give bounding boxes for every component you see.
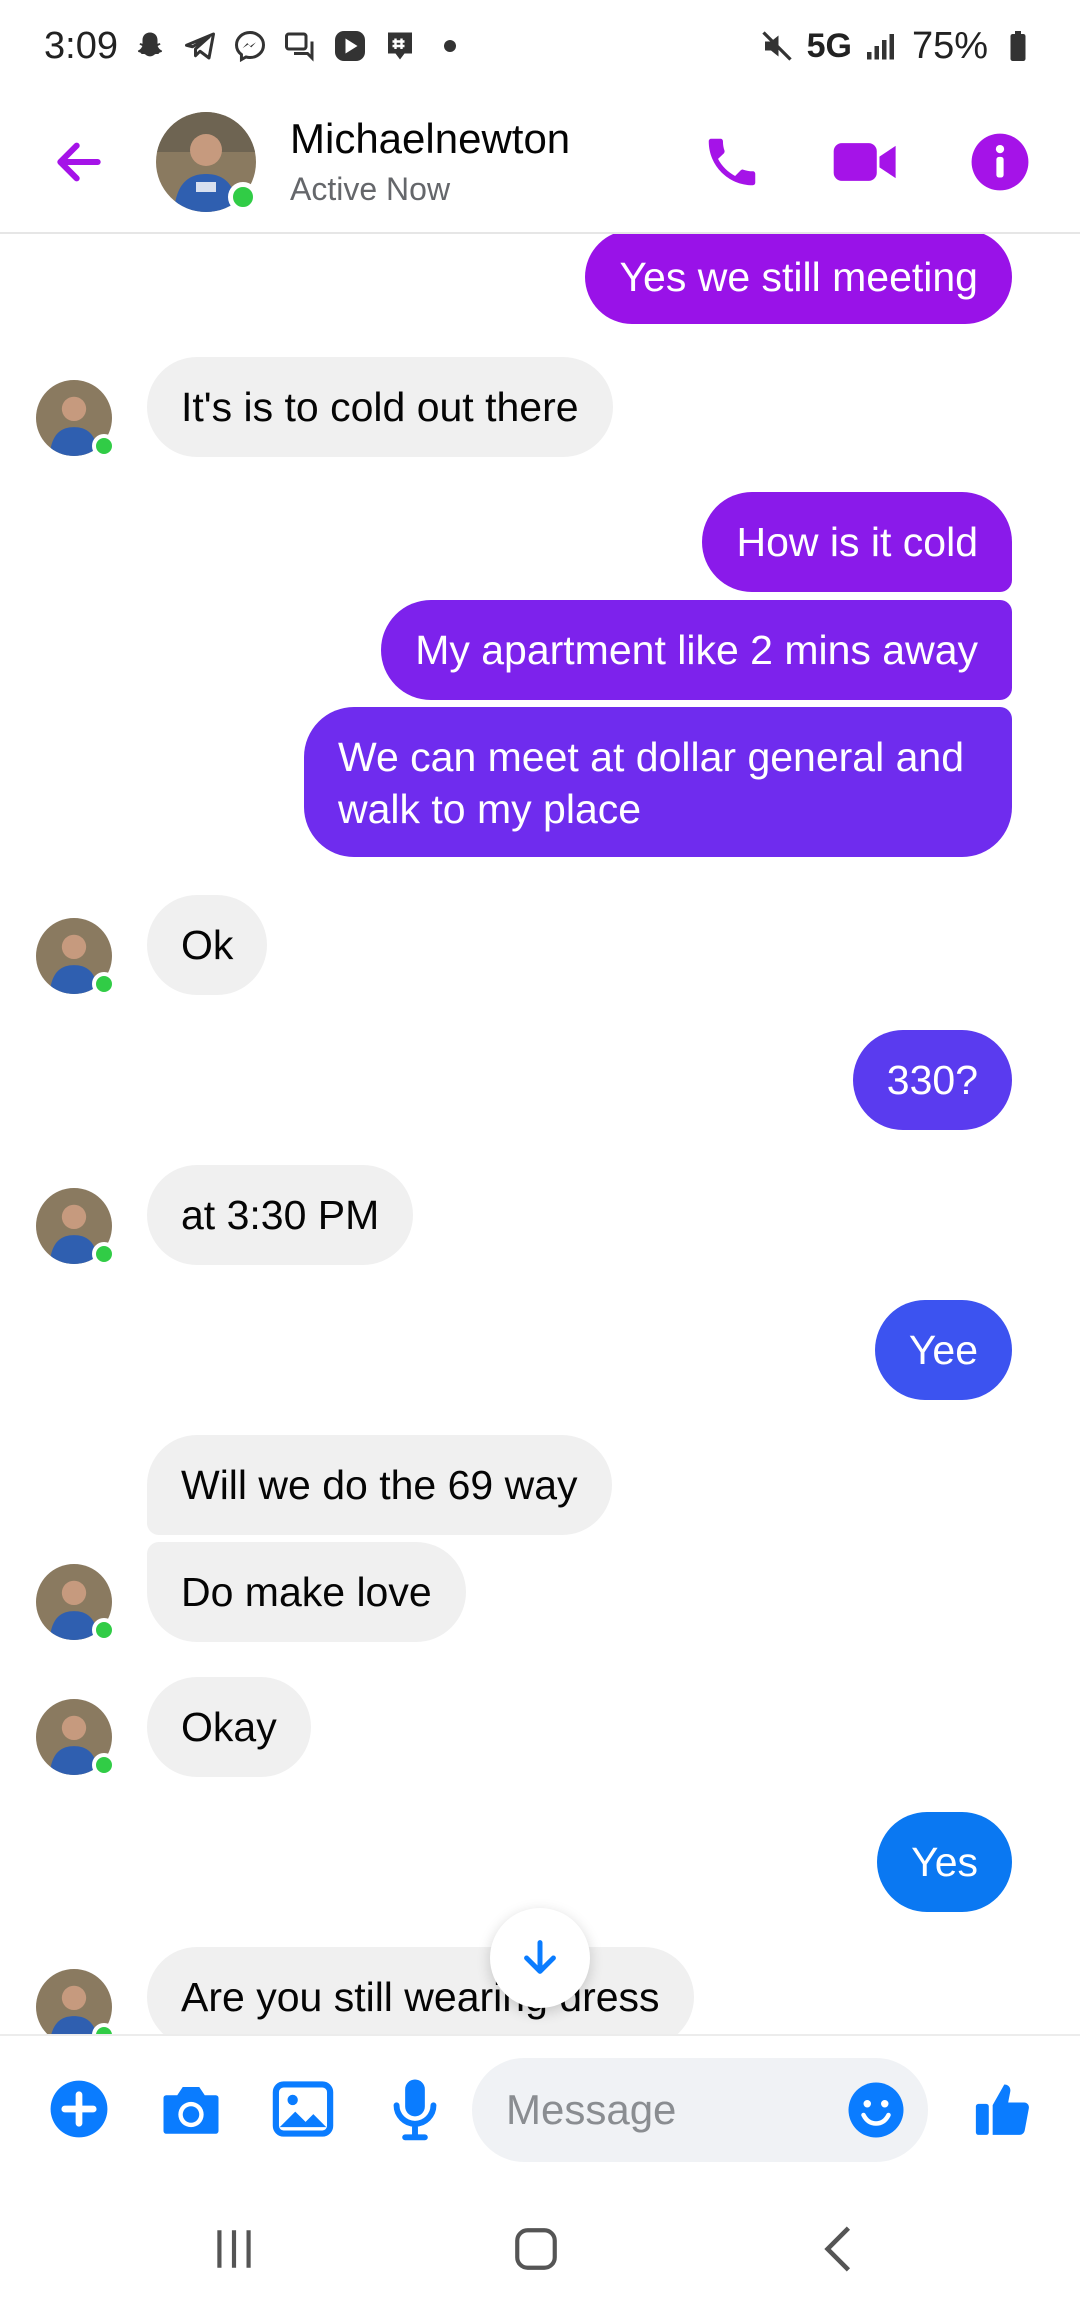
sender-avatar[interactable]: [36, 918, 116, 996]
info-icon: [971, 133, 1029, 191]
arrow-left-icon: [57, 142, 101, 182]
chat-bubbles-icon: [282, 28, 318, 64]
recent-apps-icon: [217, 2230, 251, 2268]
image-icon: [272, 2081, 334, 2137]
sender-avatar[interactable]: [36, 1699, 116, 1777]
play-icon: [332, 28, 368, 64]
online-indicator: [92, 2023, 116, 2034]
message-bubble-incoming[interactable]: Do make love: [147, 1542, 466, 1642]
message-composer: [0, 2034, 1080, 2184]
message-bubble-outgoing[interactable]: Yee: [874, 1300, 1012, 1400]
thumbs-up-icon: [975, 2084, 1029, 2135]
online-indicator: [92, 434, 116, 458]
online-indicator: [92, 972, 116, 996]
battery-percent: 75%: [911, 24, 988, 67]
sender-avatar[interactable]: [36, 1969, 116, 2034]
chevron-left-icon: [824, 2226, 851, 2272]
camera-icon: [163, 2087, 219, 2134]
mute-icon: [759, 28, 795, 64]
notification-dot-icon: [432, 28, 468, 64]
message-bubble-outgoing[interactable]: 330?: [852, 1030, 1012, 1130]
emoji-button[interactable]: [846, 2080, 906, 2140]
message-bubble-incoming[interactable]: at 3:30 PM: [147, 1165, 414, 1265]
voice-clip-button[interactable]: [380, 2074, 450, 2144]
message-bubble-incoming[interactable]: It's is to cold out there: [147, 357, 613, 457]
status-time: 3:09: [44, 24, 118, 67]
contact-avatar[interactable]: [156, 112, 258, 212]
message-bubble-outgoing[interactable]: Yes we still meeting: [585, 234, 1012, 324]
message-input[interactable]: [506, 2086, 826, 2134]
sender-avatar[interactable]: [36, 380, 116, 458]
home-button[interactable]: [496, 2214, 576, 2284]
video-call-button[interactable]: [830, 126, 902, 198]
message-bubble-outgoing[interactable]: Yes: [877, 1812, 1012, 1912]
messenger-icon: [232, 28, 268, 64]
scroll-to-bottom-button[interactable]: [490, 1908, 590, 2008]
message-bubble-outgoing[interactable]: We can meet at dollar general and walk t…: [304, 707, 1012, 857]
message-bubble-incoming[interactable]: Will we do the 69 way: [147, 1435, 612, 1535]
battery-icon: [1000, 28, 1036, 64]
back-button[interactable]: [44, 127, 114, 197]
plus-circle-icon: [50, 2080, 108, 2138]
recent-apps-button[interactable]: [194, 2214, 274, 2284]
signal-icon: [864, 28, 900, 64]
voice-call-button[interactable]: [696, 126, 768, 198]
smiley-icon: [848, 2082, 904, 2138]
sender-avatar[interactable]: [36, 1564, 116, 1642]
message-bubble-outgoing[interactable]: My apartment like 2 mins away: [381, 600, 1012, 700]
phone-icon: [708, 138, 756, 186]
telegram-icon: [182, 28, 218, 64]
contact-status: Active Now: [290, 171, 451, 207]
sender-avatar[interactable]: [36, 1188, 116, 1266]
network-label: 5G: [806, 26, 852, 65]
message-bubble-incoming[interactable]: Okay: [147, 1677, 311, 1777]
message-bubble-incoming[interactable]: Are you still wearing dress: [147, 1947, 694, 2034]
like-button[interactable]: [968, 2074, 1038, 2144]
message-bubble-incoming[interactable]: Ok: [147, 895, 268, 995]
home-icon: [515, 2228, 557, 2270]
conversation-header: Michaelnewton Active Now: [0, 92, 1080, 234]
message-list[interactable]: Yes we still meeting It's is to cold out…: [0, 234, 1080, 2034]
online-indicator: [92, 1753, 116, 1777]
online-indicator: [92, 1618, 116, 1642]
online-indicator: [228, 182, 258, 212]
message-bubble-outgoing[interactable]: How is it cold: [702, 492, 1012, 592]
groupme-icon: [382, 28, 418, 64]
camera-button[interactable]: [156, 2074, 226, 2144]
conversation-info-button[interactable]: [964, 126, 1036, 198]
snapchat-icon: [132, 28, 168, 64]
online-indicator: [92, 1242, 116, 1266]
system-navigation-bar: [0, 2184, 1080, 2316]
more-actions-button[interactable]: [44, 2074, 114, 2144]
system-back-button[interactable]: [798, 2214, 878, 2284]
contact-name[interactable]: Michaelnewton: [290, 114, 570, 164]
microphone-icon: [393, 2079, 437, 2141]
gallery-button[interactable]: [268, 2074, 338, 2144]
message-input-wrapper: [472, 2058, 928, 2162]
status-bar: 3:09 5G 75%: [0, 0, 1080, 92]
arrow-down-icon: [524, 1940, 556, 1974]
video-camera-icon: [833, 143, 896, 181]
